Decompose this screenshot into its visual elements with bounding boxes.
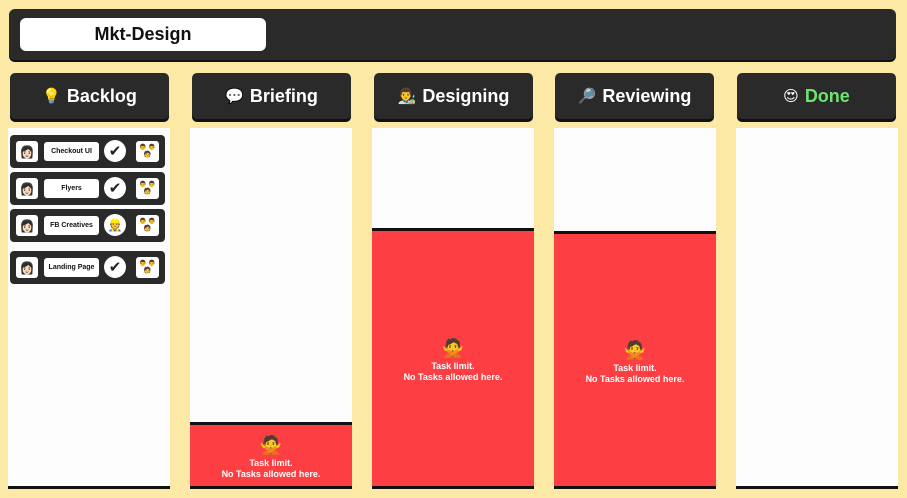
task-limit-block: 🙅 Task limit. No Tasks allowed here. [372, 228, 534, 489]
task-limit-title: Task limit. [249, 458, 293, 468]
column-title-reviewing: Reviewing [602, 85, 692, 106]
column-title-done: Done [804, 85, 850, 106]
team-avatars: 👨 👨 🧑 [136, 141, 159, 162]
speech-bubble-icon: 💬 [225, 88, 244, 105]
task-card[interactable]: 👩🏻 Landing Page ✔ 👨 👨 🧑 [10, 251, 165, 284]
no-gesture-icon: 🙅 [259, 435, 283, 455]
magnifier-icon: 🔎 [577, 88, 597, 105]
column-title-designing: Designing [422, 85, 510, 106]
check-icon[interactable]: ✔ [104, 177, 126, 199]
worker-icon[interactable]: 👷 [104, 214, 126, 236]
task-limit-title: Task limit. [431, 361, 475, 371]
column-baseline [554, 486, 716, 489]
column-baseline [372, 486, 534, 489]
heart-eyes-icon: 😍 [783, 88, 799, 105]
column-header-done[interactable]: 😍 Done [737, 73, 896, 119]
task-name[interactable]: Flyers [44, 179, 99, 198]
team-avatars: 👨 👨 🧑 [136, 257, 159, 278]
lightbulb-icon: 💡 [42, 88, 61, 105]
team-avatars: 👨 👨 🧑 [136, 215, 159, 236]
task-card[interactable]: 👩🏻 FB Creatives 👷 👨 👨 🧑 [10, 209, 165, 242]
check-icon[interactable]: ✔ [104, 256, 126, 278]
task-limit-message: No Tasks allowed here. [403, 372, 503, 382]
task-card[interactable]: 👩🏻 Checkout UI ✔ 👨 👨 🧑 [10, 135, 165, 168]
column-baseline [190, 486, 352, 489]
task-name[interactable]: Landing Page [44, 258, 99, 277]
avatar: 👩🏻 [16, 141, 38, 162]
column-done[interactable] [736, 128, 898, 489]
task-name[interactable]: Checkout UI [44, 142, 99, 161]
column-title-briefing: Briefing [249, 85, 318, 106]
avatar: 👩🏻 [16, 257, 38, 278]
column-designing[interactable]: 🙅 Task limit. No Tasks allowed here. [372, 128, 534, 489]
team-avatars: 👨 👨 🧑 [136, 178, 159, 199]
check-icon[interactable]: ✔ [104, 140, 126, 162]
column-briefing[interactable]: 🙅 Task limit. No Tasks allowed here. [190, 128, 352, 489]
team-avatars-glyphs: 👨 👨 🧑 [139, 218, 156, 232]
column-header-reviewing[interactable]: 🔎 Reviewing [555, 73, 714, 119]
task-limit-message: No Tasks allowed here. [221, 469, 321, 479]
column-header-backlog[interactable]: 💡 Backlog [10, 73, 169, 119]
avatar: 👩🏻 [16, 215, 38, 236]
task-card[interactable]: 👩🏻 Flyers ✔ 👨 👨 🧑 [10, 172, 165, 205]
column-header-designing[interactable]: 👨‍🎨 Designing [374, 73, 533, 119]
task-limit-block: 🙅 Task limit. No Tasks allowed here. [190, 422, 352, 489]
task-limit-title: Task limit. [613, 362, 657, 373]
column-header-briefing[interactable]: 💬 Briefing [192, 73, 351, 119]
team-avatars-glyphs: 👨 👨 🧑 [139, 181, 156, 195]
column-baseline [736, 486, 898, 489]
no-gesture-icon: 🙅 [441, 338, 465, 358]
column-backlog[interactable]: 👩🏻 Checkout UI ✔ 👨 👨 🧑 👩🏻 Flyers ✔ 👨 👨 🧑… [8, 128, 170, 489]
column-baseline [8, 486, 170, 489]
task-limit-block: 🙅 Task limit. No Tasks allowed here. [554, 231, 716, 489]
project-title[interactable]: Mkt-Design [20, 18, 266, 51]
team-avatars-glyphs: 👨 👨 🧑 [139, 260, 156, 274]
column-title-backlog: Backlog [66, 85, 137, 106]
avatar: 👩🏻 [16, 178, 38, 199]
no-gesture-icon: 🙅 [623, 339, 647, 360]
task-name[interactable]: FB Creatives [44, 216, 99, 235]
team-avatars-glyphs: 👨 👨 🧑 [139, 144, 156, 158]
task-limit-message: No Tasks allowed here. [585, 373, 685, 384]
top-bar: Mkt-Design [9, 9, 896, 60]
artist-icon: 👨‍🎨 [397, 88, 417, 105]
column-reviewing[interactable]: 🙅 Task limit. No Tasks allowed here. [554, 128, 716, 489]
